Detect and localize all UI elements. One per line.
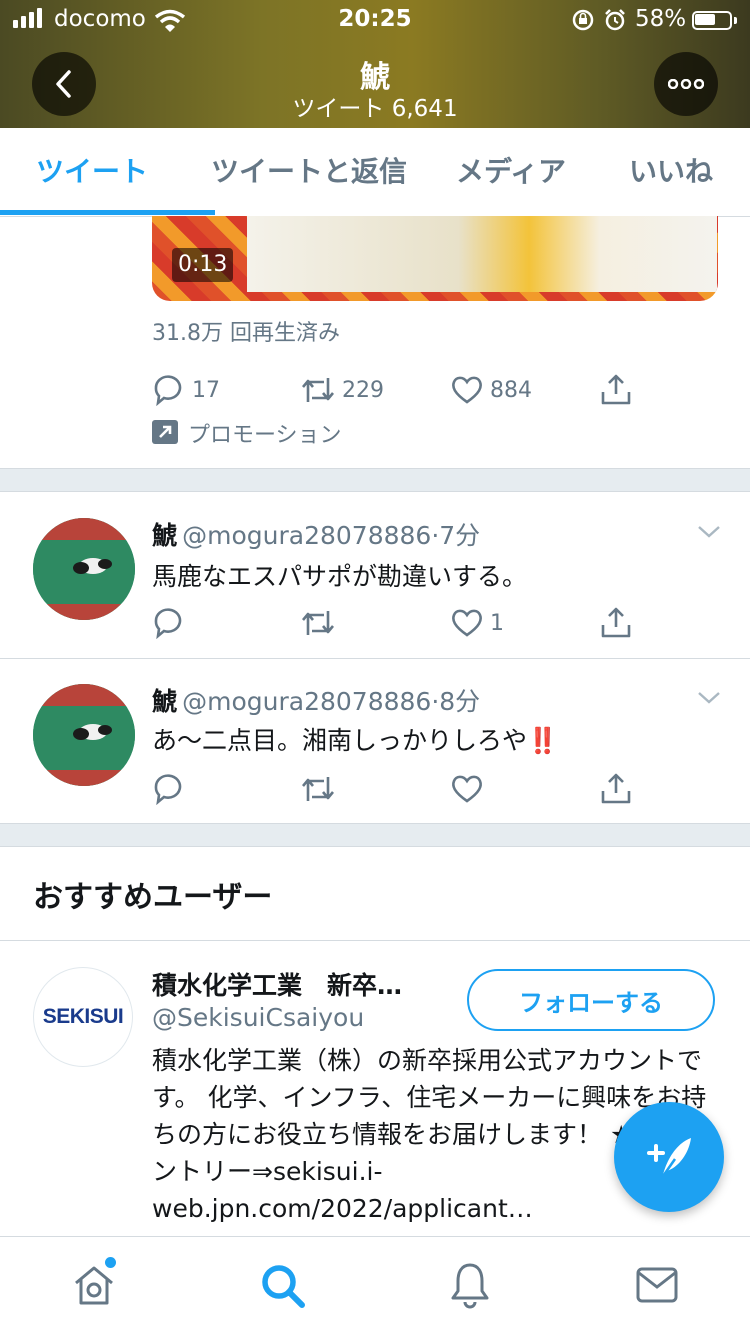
tweet-count: ツイート 6,641 [292,96,458,122]
nav-search[interactable] [260,1263,306,1313]
status-bar: docomo 20:25 58% [0,0,750,40]
like-button[interactable]: 1 [450,607,504,639]
heart-icon [452,609,482,637]
tweet-time: 7分 [439,521,481,550]
tweet-text-row: あ〜二点目。湘南しっかりしろや‼️ [152,721,558,757]
tweet-text: あ〜二点目。湘南しっかりしろや [152,726,528,755]
rotation-lock-icon [572,9,594,31]
profile-tabs: ツイート ツイートと返信 メディア いいね [0,128,750,217]
nav-notifications[interactable] [448,1261,492,1313]
retweet-icon[interactable] [300,607,336,639]
chevron-down-icon[interactable] [696,690,722,706]
sekisui-logo: SEKISUI [42,1005,124,1028]
double-exclamation-emoji: ‼️ [527,726,559,755]
bottom-tab-bar [0,1236,750,1335]
suggested-user-handle: @SekisuiCsaiyou [152,1003,365,1032]
reply-count: 17 [192,377,220,403]
share-icon[interactable] [598,605,634,641]
reply-icon [154,375,182,406]
tweet-handle: @mogura28078886 [182,521,432,550]
tab-media[interactable]: メディア [444,128,578,216]
new-content-dot [105,1257,116,1268]
promotion-label: プロモーション [188,423,342,448]
retweet-count: 229 [342,377,384,403]
promoted-icon [152,420,178,444]
tweet-handle: @mogura28078886 [182,687,432,716]
avatar[interactable] [33,684,135,786]
tweet-divider [0,658,750,659]
tab-tweets-and-replies[interactable]: ツイートと返信 [200,128,418,216]
battery-percent: 58% [635,6,687,32]
bell-icon [451,1263,489,1309]
section-separator [0,823,750,847]
alarm-icon [605,9,625,31]
video-thumbnail [247,216,717,292]
suggested-users-title: おすすめユーザー [33,880,273,915]
like-button[interactable]: 884 [450,374,532,406]
suggested-user-name[interactable]: 積水化学工業 新卒… [152,966,402,1002]
mail-icon [636,1267,678,1303]
tab-likes[interactable]: いいね [616,128,726,216]
heart-icon [452,376,482,404]
share-icon[interactable] [598,771,634,807]
follow-button[interactable]: フォローする [467,969,715,1031]
promo-video[interactable] [152,216,718,301]
home-icon [75,1266,113,1305]
section-separator [0,468,750,492]
video-duration-badge: 0:13 [172,248,234,282]
like-count: 1 [490,610,504,636]
nav-messages[interactable] [636,1267,678,1307]
tab-tweets[interactable]: ツイート [0,128,184,216]
like-count: 884 [490,377,532,403]
more-dots-icon [668,79,704,89]
retweet-button[interactable]: 229 [300,374,384,406]
suggest-divider [0,940,750,941]
retweet-icon [302,378,334,402]
tweet-time: 8分 [439,687,481,716]
tweet-header: 鯱 @mogura28078886·8分 [152,682,480,718]
nav-home[interactable] [72,1257,116,1311]
view-count: 31.8万 回再生済み [152,321,340,346]
avatar[interactable] [33,518,135,620]
compose-icon [647,1138,691,1180]
compose-tweet-button[interactable] [614,1102,724,1212]
reply-icon[interactable] [152,607,186,639]
tweet-author-name[interactable]: 鯱 [152,687,177,716]
active-tab-indicator [0,210,215,215]
battery-level-fill [695,14,715,25]
tweet-author-name[interactable]: 鯱 [152,521,177,550]
tweet-header: 鯱 @mogura28078886·7分 [152,516,480,552]
more-options-button[interactable] [654,52,718,116]
heart-icon[interactable] [450,773,484,805]
avatar[interactable]: SEKISUI [33,967,133,1067]
reply-button[interactable]: 17 [152,374,220,406]
search-icon [262,1265,305,1308]
retweet-icon[interactable] [300,773,336,805]
share-icon[interactable] [598,372,634,408]
chevron-down-icon[interactable] [696,524,722,540]
battery-cap [734,17,737,24]
tweet-text: 馬鹿なエスパサポが勘違いする。 [152,562,528,591]
reply-icon[interactable] [152,773,186,805]
